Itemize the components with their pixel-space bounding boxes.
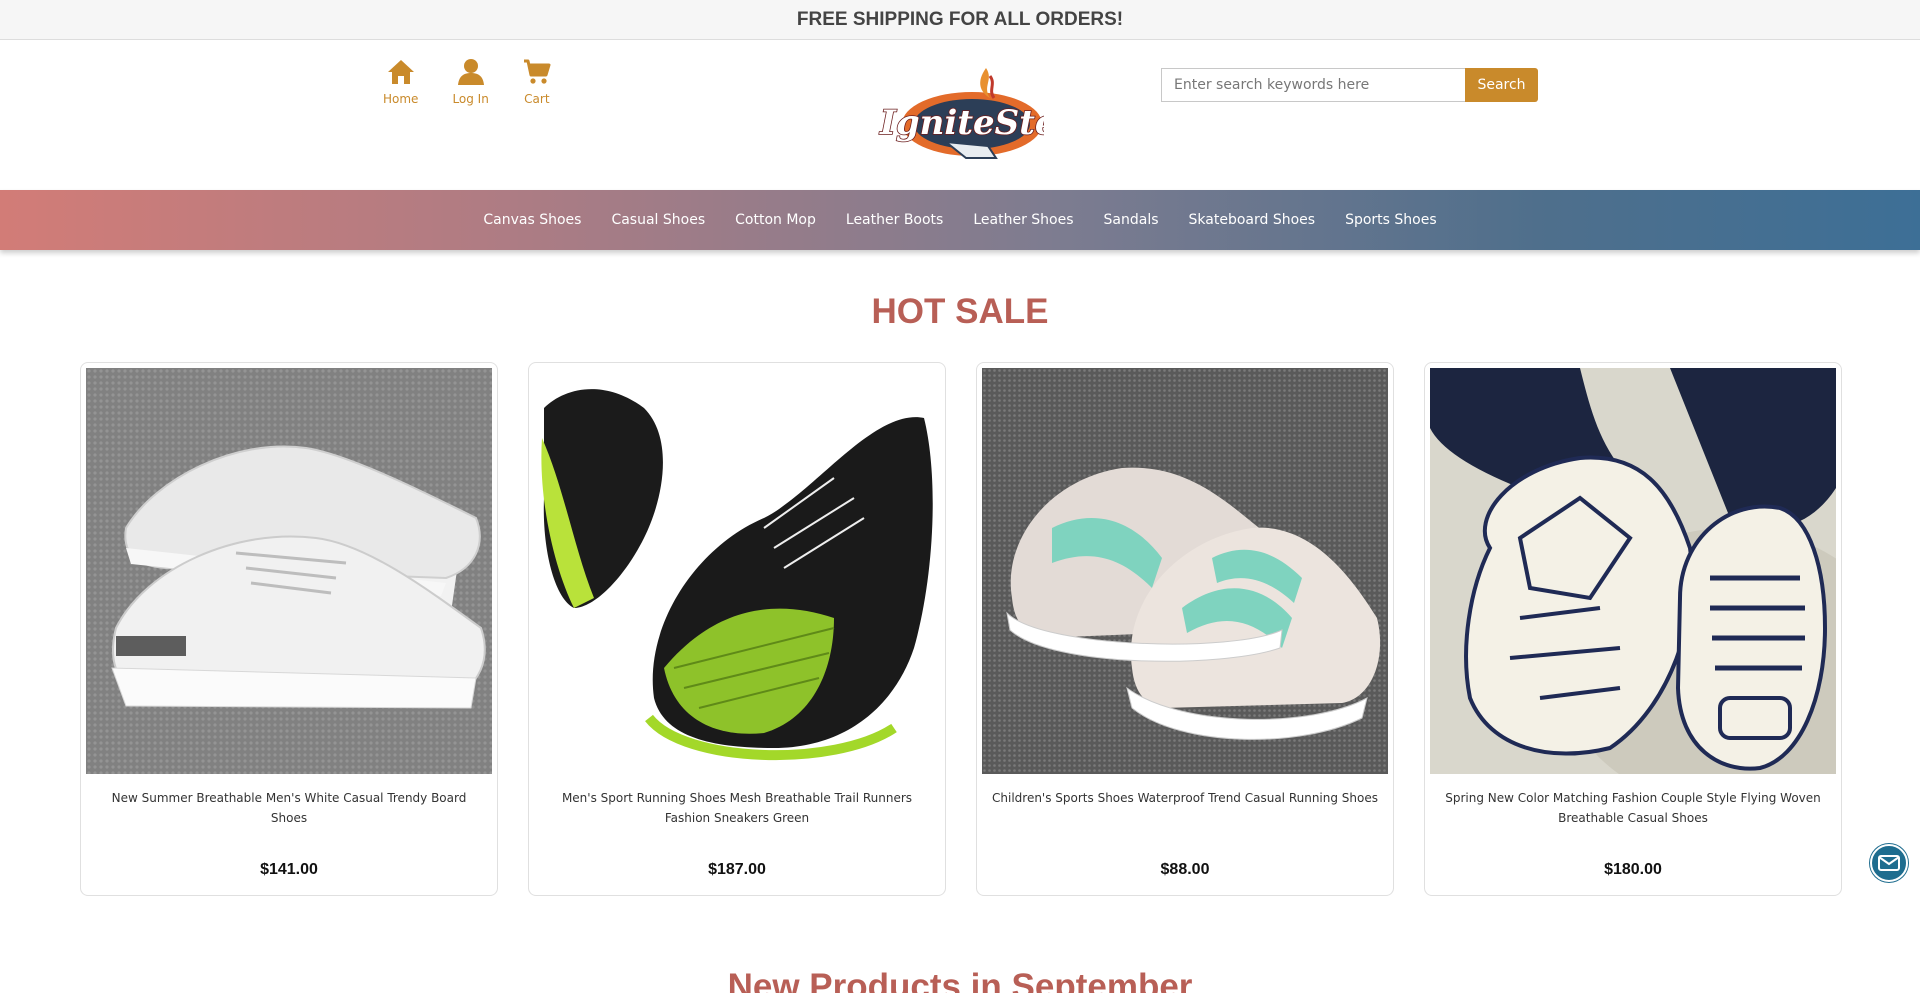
hot-sale-grid: New Summer Breathable Men's White Casual…	[80, 362, 1842, 896]
nav-login[interactable]: Log In	[452, 58, 489, 106]
nav-home-label: Home	[383, 92, 419, 106]
category-link-skateboard-shoes[interactable]: Skateboard Shoes	[1189, 212, 1316, 228]
icon-nav: Home Log In Cart	[383, 58, 551, 106]
product-image[interactable]	[86, 368, 492, 774]
category-link-sandals[interactable]: Sandals	[1104, 212, 1159, 228]
cart-icon	[523, 59, 551, 84]
logo-mark: IgniteStep	[878, 68, 1081, 159]
hot-sale-title: HOT SALE	[871, 292, 1049, 331]
category-link-casual-shoes[interactable]: Casual Shoes	[611, 212, 705, 228]
logo-text: IgniteStep	[879, 103, 1044, 143]
search-bar: Search	[1161, 68, 1538, 102]
site-header: Home Log In Cart IgniteStep	[0, 40, 1920, 190]
product-price: $141.00	[260, 861, 318, 878]
nav-cart[interactable]: Cart	[523, 58, 551, 106]
nav-cart-label: Cart	[524, 92, 550, 106]
product-name[interactable]: Spring New Color Matching Fashion Couple…	[1430, 788, 1836, 828]
search-button[interactable]: Search	[1465, 68, 1538, 102]
product-card[interactable]: New Summer Breathable Men's White Casual…	[80, 362, 498, 896]
product-name[interactable]: Men's Sport Running Shoes Mesh Breathabl…	[534, 788, 940, 828]
product-card[interactable]: Spring New Color Matching Fashion Couple…	[1424, 362, 1842, 896]
category-nav: Canvas Shoes Casual Shoes Cotton Mop Lea…	[0, 190, 1920, 250]
mail-icon	[1878, 855, 1900, 871]
home-icon	[387, 60, 414, 84]
user-icon	[457, 59, 484, 85]
product-price: $180.00	[1604, 861, 1662, 878]
promo-banner: FREE SHIPPING FOR ALL ORDERS!	[0, 0, 1920, 40]
site-logo[interactable]: IgniteStep	[876, 62, 1081, 170]
product-image[interactable]	[1430, 368, 1836, 774]
product-price: $88.00	[1160, 861, 1210, 878]
product-name[interactable]: Children's Sports Shoes Waterproof Trend…	[982, 788, 1388, 808]
category-link-canvas-shoes[interactable]: Canvas Shoes	[483, 212, 581, 228]
product-card[interactable]: Children's Sports Shoes Waterproof Trend…	[976, 362, 1394, 896]
product-price: $187.00	[708, 861, 766, 878]
nav-login-label: Log In	[452, 92, 489, 106]
search-input[interactable]	[1161, 68, 1465, 102]
category-link-leather-shoes[interactable]: Leather Shoes	[973, 212, 1073, 228]
category-link-leather-boots[interactable]: Leather Boots	[846, 212, 943, 228]
contact-mail-button[interactable]	[1870, 844, 1908, 882]
new-products-title: New Products in September	[727, 967, 1193, 993]
product-name[interactable]: New Summer Breathable Men's White Casual…	[86, 788, 492, 828]
product-image[interactable]	[534, 368, 940, 774]
product-card[interactable]: Men's Sport Running Shoes Mesh Breathabl…	[528, 362, 946, 896]
nav-home[interactable]: Home	[383, 58, 418, 106]
category-link-sports-shoes[interactable]: Sports Shoes	[1345, 212, 1437, 228]
category-link-cotton-mop[interactable]: Cotton Mop	[735, 212, 816, 228]
product-image[interactable]	[982, 368, 1388, 774]
